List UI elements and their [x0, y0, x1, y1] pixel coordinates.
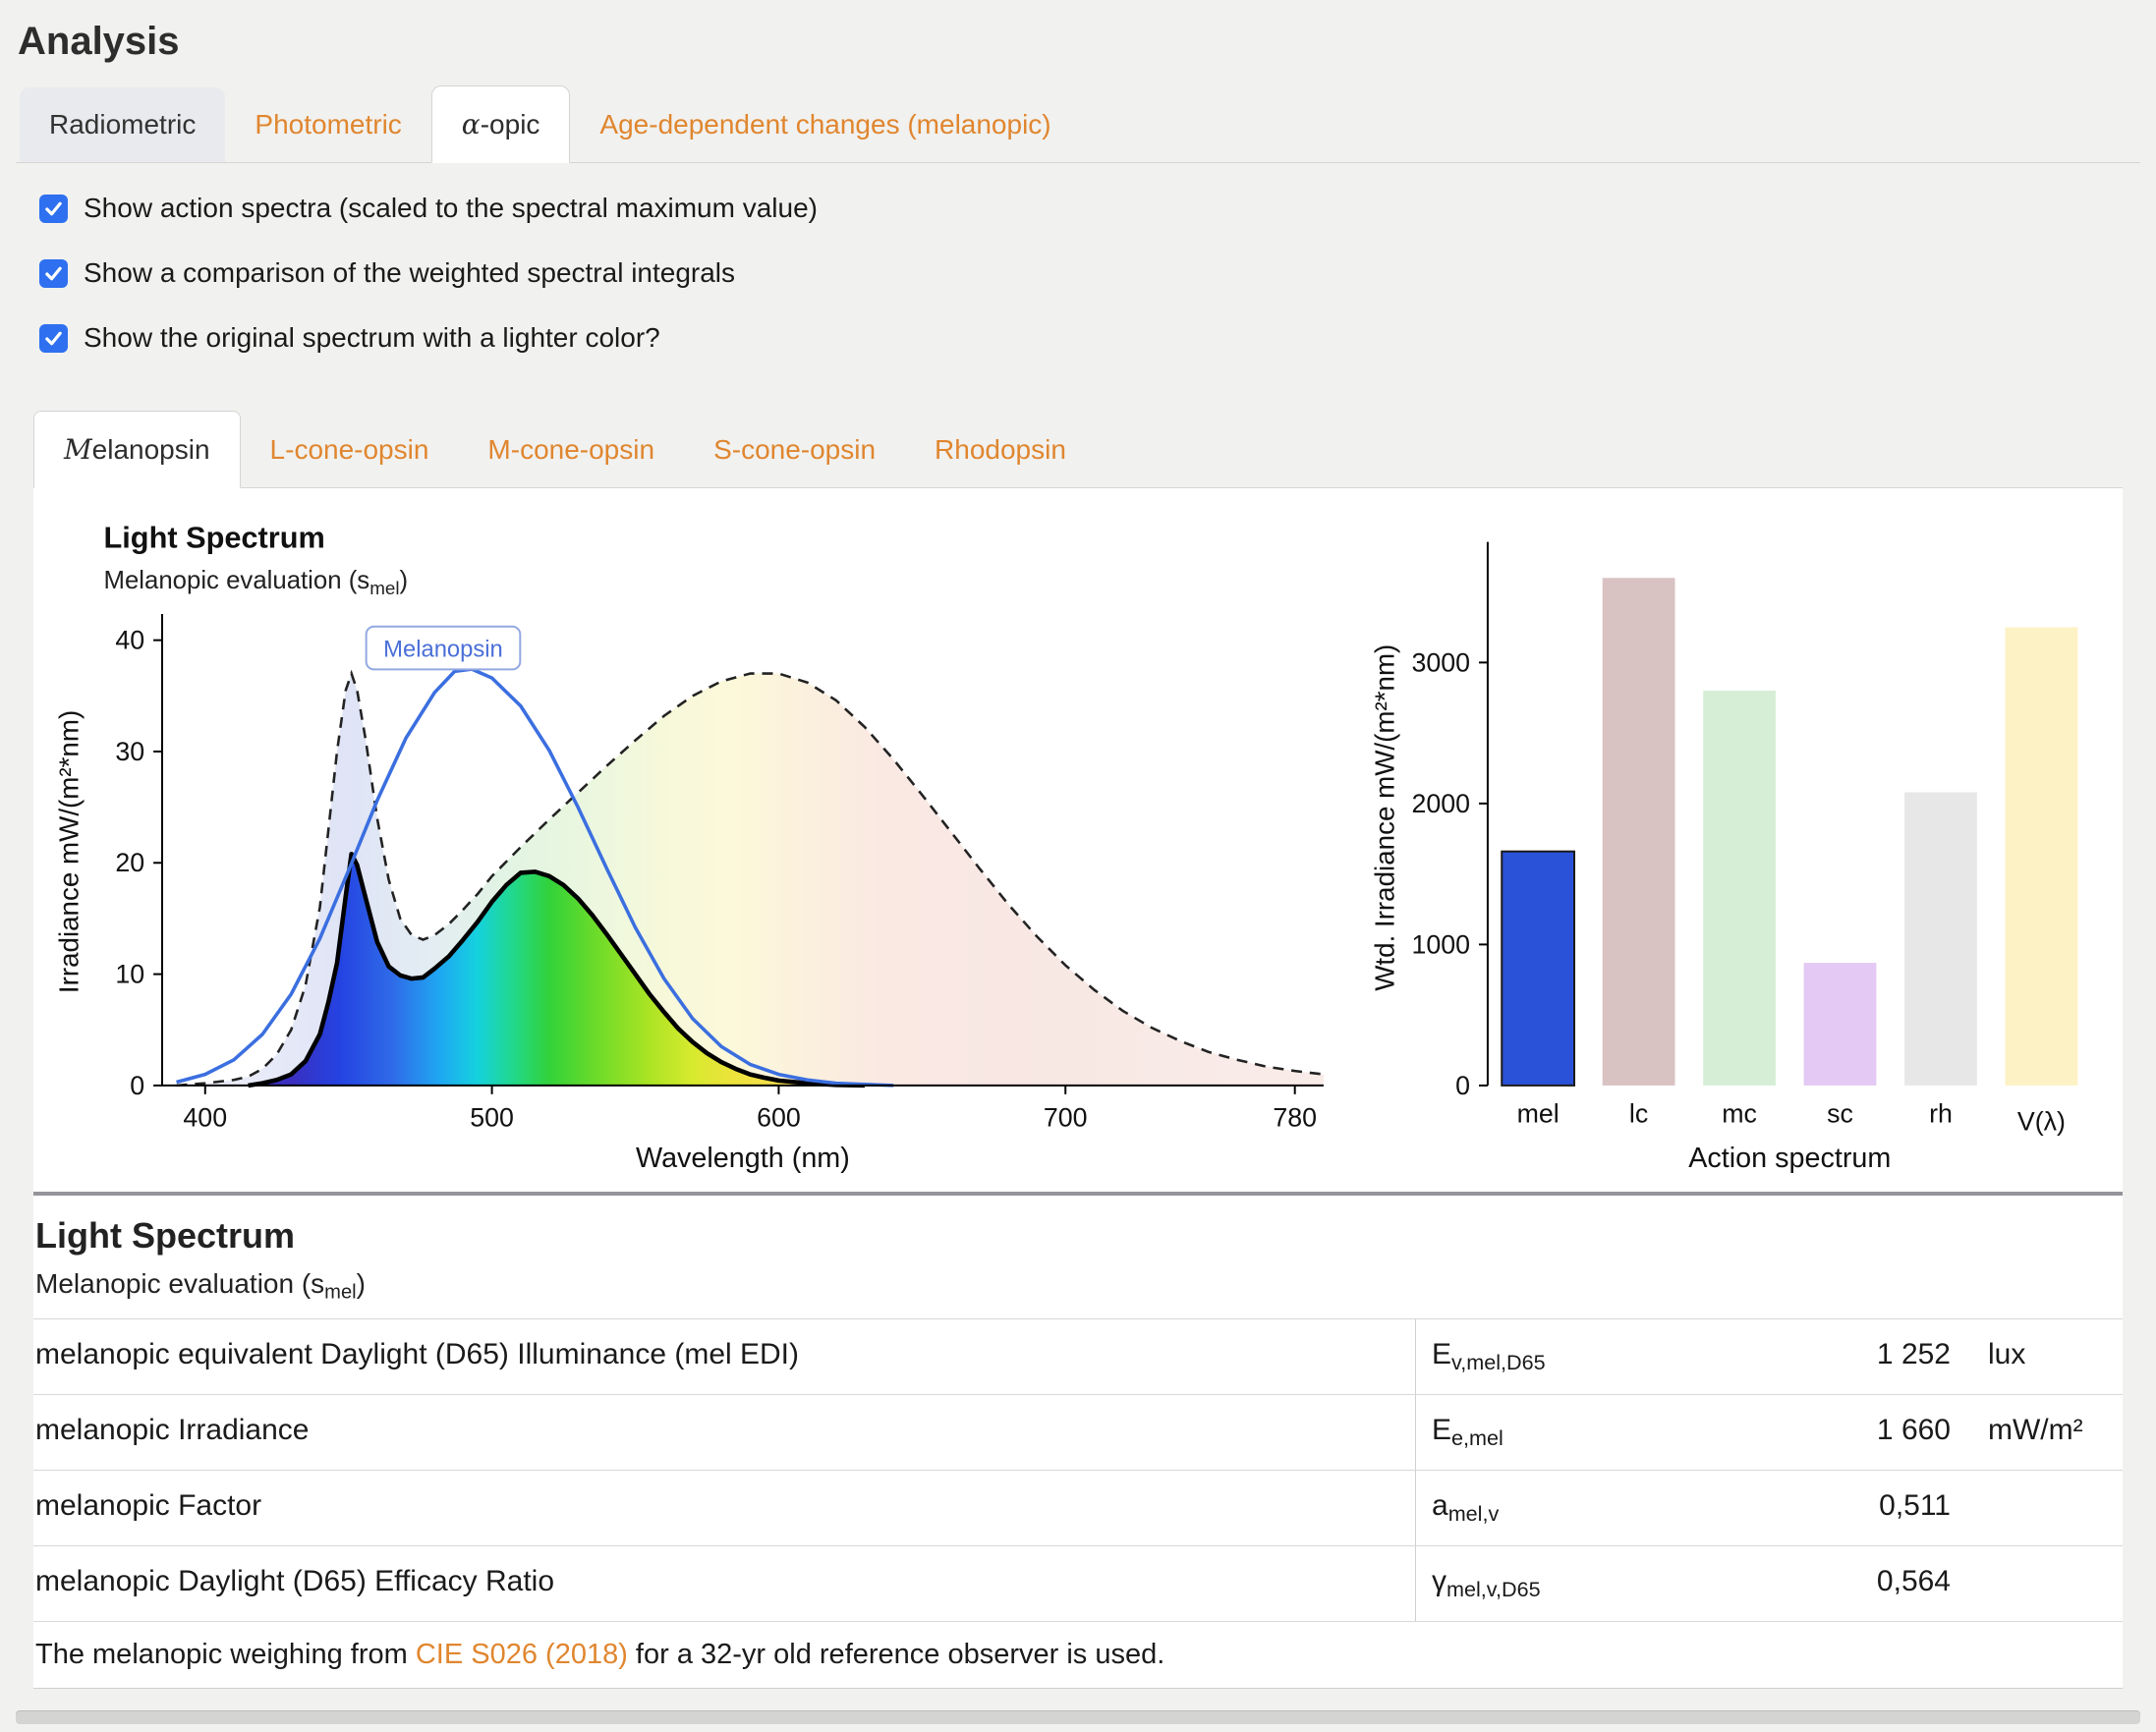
svg-text:rh: rh — [1929, 1099, 1953, 1129]
row-value: 0,564 — [1720, 1546, 1951, 1621]
row-value: 0,511 — [1720, 1471, 1951, 1545]
tab-s-cone-opsin[interactable]: S-cone-opsin — [684, 413, 905, 487]
tab-age-dependent-changes[interactable]: Age-dependent changes (melanopic) — [570, 87, 1080, 162]
row-unit — [1951, 1546, 2123, 1621]
row-unit: mW/m² — [1951, 1395, 2123, 1470]
checkbox-show-action-spectra[interactable]: Show action spectra (scaled to the spect… — [39, 193, 2134, 224]
row-label: melanopic Irradiance — [33, 1395, 1415, 1470]
svg-text:600: 600 — [757, 1103, 801, 1133]
cie-s026-link[interactable]: CIE S026 (2018) — [416, 1639, 628, 1670]
tab-l-cone-opsin[interactable]: L-cone-opsin — [241, 413, 459, 487]
row-value: 1 252 — [1720, 1319, 1951, 1394]
spectrum-line-chart: 400 500 600 700 780 0 10 20 30 40 Wavelength (nm) I… — [47, 506, 1363, 1184]
svg-text:30: 30 — [115, 737, 144, 766]
svg-text:sc: sc — [1827, 1099, 1853, 1129]
main-tab-bar: Radiometric Photometric α-opic Age-depen… — [16, 85, 2140, 163]
svg-text:1000: 1000 — [1411, 929, 1470, 959]
svg-text:Melanopsin: Melanopsin — [383, 636, 503, 662]
svg-text:2000: 2000 — [1411, 789, 1470, 818]
svg-text:Irradiance mW/(m²*nm): Irradiance mW/(m²*nm) — [54, 710, 85, 993]
checkbox-checked-icon[interactable] — [39, 324, 68, 353]
svg-text:40: 40 — [115, 626, 144, 655]
row-label: melanopic equivalent Daylight (D65) Illu… — [33, 1319, 1415, 1394]
svg-text:0: 0 — [130, 1071, 144, 1100]
svg-text:Action spectrum: Action spectrum — [1688, 1143, 1891, 1174]
analysis-page: Analysis Radiometric Photometric α-opic … — [0, 0, 2156, 1724]
svg-text:lc: lc — [1628, 1099, 1647, 1129]
results-title: Light Spectrum — [35, 1215, 2117, 1257]
checkbox-label: Show the original spectrum with a lighte… — [84, 322, 660, 354]
svg-text:780: 780 — [1273, 1103, 1317, 1133]
checkbox-label: Show a comparison of the weighted spectr… — [84, 257, 735, 289]
weighted-irradiance-bar-chart: 0 1000 2000 3000 mel lc mc sc rh V(λ) Action spect… — [1363, 506, 2113, 1184]
svg-text:700: 700 — [1044, 1103, 1088, 1133]
row-symbol: γmel,v,D65 — [1415, 1546, 1720, 1621]
table-footnote: The melanopic weighing from CIE S026 (20… — [33, 1621, 2123, 1688]
svg-text:Wavelength (nm): Wavelength (nm) — [636, 1143, 850, 1174]
svg-text:3000: 3000 — [1411, 647, 1470, 677]
checkbox-checked-icon[interactable] — [39, 195, 68, 223]
tab-rhodopsin[interactable]: Rhodopsin — [905, 413, 1096, 487]
table-row: melanopic equivalent Daylight (D65) Illu… — [33, 1318, 2123, 1394]
opsin-tab-bar: Melanopsin L-cone-opsin M-cone-opsin S-c… — [33, 411, 2123, 488]
row-unit: lux — [1951, 1319, 2123, 1394]
checkbox-checked-icon[interactable] — [39, 259, 68, 288]
tab-m-cone-opsin[interactable]: M-cone-opsin — [458, 413, 684, 487]
svg-text:Wtd. Irradiance mW/(m²*nm): Wtd. Irradiance mW/(m²*nm) — [1369, 644, 1399, 991]
row-label: melanopic Factor — [33, 1471, 1415, 1545]
svg-text:Melanopic evaluation (smel): Melanopic evaluation (smel) — [104, 567, 409, 598]
svg-text:20: 20 — [115, 848, 144, 877]
svg-text:Light Spectrum: Light Spectrum — [104, 521, 325, 555]
row-value: 1 660 — [1720, 1395, 1951, 1470]
tab-alpha-opic[interactable]: α-opic — [431, 85, 571, 163]
tab-photometric[interactable]: Photometric — [225, 87, 430, 162]
checkbox-label: Show action spectra (scaled to the spect… — [84, 193, 818, 224]
row-label: melanopic Daylight (D65) Efficacy Ratio — [33, 1546, 1415, 1621]
svg-text:400: 400 — [183, 1103, 227, 1133]
row-symbol: Ev,mel,D65 — [1415, 1319, 1720, 1394]
table-row: melanopic Daylight (D65) Efficacy Ratio … — [33, 1545, 2123, 1621]
table-row: melanopic Irradiance Ee,mel 1 660 mW/m² — [33, 1394, 2123, 1470]
options-section: Show action spectra (scaled to the spect… — [16, 163, 2140, 397]
checkbox-show-original-spectrum[interactable]: Show the original spectrum with a lighte… — [39, 322, 2134, 354]
row-symbol: amel,v — [1415, 1471, 1720, 1545]
checkbox-show-comparison[interactable]: Show a comparison of the weighted spectr… — [39, 257, 2134, 289]
svg-text:500: 500 — [470, 1103, 514, 1133]
svg-text:10: 10 — [115, 960, 144, 989]
chart-panel: 400 500 600 700 780 0 10 20 30 40 Wavelength (nm) I… — [33, 488, 2123, 1192]
svg-text:mel: mel — [1516, 1099, 1559, 1129]
results-table-section: Light Spectrum Melanopic evaluation (sme… — [33, 1192, 2123, 1689]
page-title: Analysis — [18, 20, 2140, 64]
svg-text:0: 0 — [1455, 1071, 1470, 1100]
tab-melanopsin[interactable]: Melanopsin — [33, 411, 241, 488]
row-symbol: Ee,mel — [1415, 1395, 1720, 1470]
row-unit — [1951, 1471, 2123, 1545]
svg-text:V(λ): V(λ) — [2016, 1107, 2065, 1137]
section-divider — [16, 1710, 2140, 1724]
table-row: melanopic Factor amel,v 0,511 — [33, 1470, 2123, 1545]
results-subtitle: Melanopic evaluation (smel) — [35, 1268, 2117, 1305]
tab-radiometric[interactable]: Radiometric — [20, 87, 225, 162]
svg-text:mc: mc — [1722, 1099, 1757, 1129]
